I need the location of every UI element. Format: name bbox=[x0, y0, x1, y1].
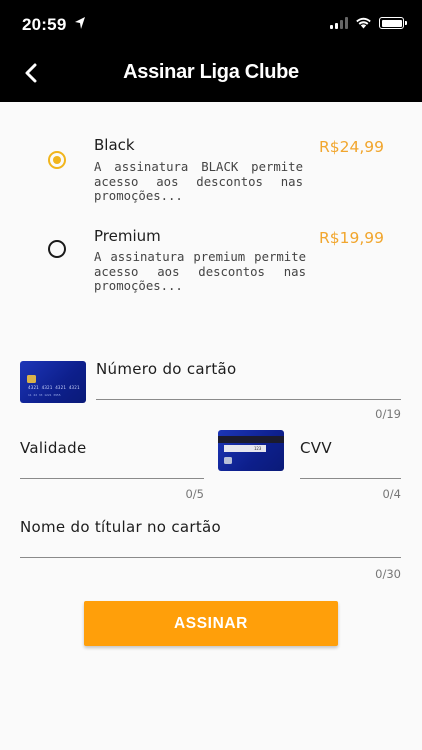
plan-description: A assinatura BLACK permite acesso aos de… bbox=[94, 160, 303, 203]
expiry-underline bbox=[20, 478, 204, 479]
card-number-field[interactable]: Número do cartão 0/19 bbox=[96, 360, 401, 422]
wifi-icon bbox=[356, 17, 371, 29]
card-sample-number: 4321 4321 4321 4321 bbox=[28, 385, 80, 390]
plan-option-premium[interactable]: Premium R$19,99 A assinatura premium per… bbox=[0, 223, 422, 299]
holder-name-label: Nome do títular no cartão bbox=[20, 518, 222, 536]
card-sample-details: 11 22 33 1221 3955 bbox=[28, 393, 61, 397]
credit-card-back-icon: 123 bbox=[218, 430, 284, 471]
card-sample-cvv: 123 bbox=[254, 446, 262, 451]
card-number-underline bbox=[96, 399, 401, 400]
plan-name: Premium bbox=[94, 227, 161, 245]
expiry-label: Validade bbox=[20, 439, 87, 457]
location-arrow-icon bbox=[75, 17, 85, 29]
card-chip-icon bbox=[27, 375, 36, 383]
expiry-counter: 0/5 bbox=[185, 487, 204, 501]
plan-option-black[interactable]: Black R$24,99 A assinatura BLACK permite… bbox=[0, 132, 422, 208]
card-chip-icon bbox=[224, 457, 232, 464]
holder-name-underline bbox=[20, 557, 401, 558]
plan-description: A assinatura premium permite acesso aos … bbox=[94, 250, 306, 293]
subscribe-button[interactable]: ASSINAR bbox=[84, 601, 338, 646]
plan-price: R$24,99 bbox=[318, 138, 384, 156]
cvv-counter: 0/4 bbox=[382, 487, 401, 501]
status-time: 20:59 bbox=[22, 15, 67, 34]
page-title: Assinar Liga Clube bbox=[123, 61, 299, 83]
cvv-underline bbox=[300, 478, 401, 479]
status-indicators bbox=[330, 17, 407, 29]
magnetic-stripe bbox=[218, 436, 284, 443]
app-header: 20:59 Assinar Liga Clube bbox=[0, 0, 422, 102]
card-number-counter: 0/19 bbox=[375, 407, 401, 421]
card-number-label: Número do cartão bbox=[96, 360, 237, 378]
battery-icon bbox=[379, 17, 407, 29]
cvv-label: CVV bbox=[300, 439, 332, 457]
plan-name: Black bbox=[94, 136, 135, 154]
credit-card-front-icon: 4321 4321 4321 4321 11 22 33 1221 3955 bbox=[20, 361, 86, 403]
cellular-signal-icon bbox=[330, 17, 348, 29]
holder-name-counter: 0/30 bbox=[375, 567, 401, 581]
plan-price: R$19,99 bbox=[318, 229, 384, 247]
expiry-field[interactable]: Validade 0/5 bbox=[20, 439, 204, 501]
holder-name-field[interactable]: Nome do títular no cartão 0/30 bbox=[20, 518, 401, 582]
cvv-field[interactable]: CVV 0/4 bbox=[300, 439, 401, 501]
radio-selected-icon[interactable] bbox=[48, 151, 66, 169]
radio-unselected-icon[interactable] bbox=[48, 240, 66, 258]
